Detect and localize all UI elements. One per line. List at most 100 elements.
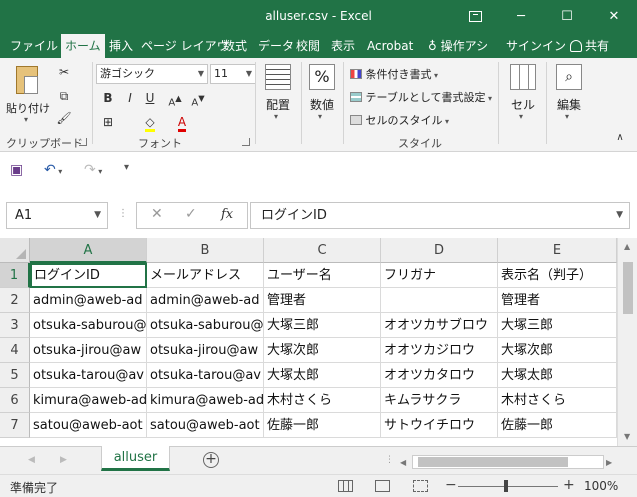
- font-launcher[interactable]: [242, 138, 250, 146]
- row-header[interactable]: 6: [0, 388, 30, 413]
- next-sheet-icon[interactable]: ▶: [60, 455, 67, 465]
- cell[interactable]: オオツカタロウ: [381, 363, 498, 388]
- add-sheet-button[interactable]: +: [203, 452, 219, 468]
- redo-icon[interactable]: ↷ ▾: [84, 162, 102, 178]
- tab-formulas[interactable]: 数式: [219, 34, 251, 58]
- decrease-font-icon[interactable]: A▼: [188, 88, 208, 108]
- font-size-dropdown[interactable]: 11 ▼: [210, 64, 256, 84]
- scroll-left-icon[interactable]: ◀: [400, 458, 406, 467]
- close-button[interactable]: ✕: [591, 0, 637, 34]
- cell[interactable]: 木村さくら: [498, 388, 617, 413]
- more-icon[interactable]: ⋮: [118, 208, 129, 219]
- column-header[interactable]: E: [498, 238, 617, 263]
- clipboard-launcher[interactable]: [79, 138, 87, 146]
- collapse-ribbon-icon[interactable]: ∧: [610, 128, 630, 148]
- increase-font-icon[interactable]: A▲: [165, 88, 185, 108]
- enter-icon[interactable]: ✓: [185, 206, 197, 222]
- zoom-slider[interactable]: [458, 486, 558, 487]
- cell[interactable]: otsuka-jirou@aw: [30, 338, 147, 363]
- format-as-table-button[interactable]: テーブルとして書式設定 ▾: [350, 89, 492, 105]
- page-layout-view-icon[interactable]: [375, 480, 390, 492]
- cell[interactable]: otsuka-saburou@: [147, 313, 264, 338]
- tab-file[interactable]: ファイル: [6, 34, 62, 58]
- tab-acrobat[interactable]: Acrobat: [363, 34, 417, 58]
- conditional-formatting-button[interactable]: 条件付き書式 ▾: [350, 66, 438, 82]
- cell[interactable]: 佐藤一郎: [498, 413, 617, 438]
- cell[interactable]: [381, 288, 498, 313]
- row-header[interactable]: 1: [0, 263, 30, 288]
- column-header[interactable]: B: [147, 238, 264, 263]
- row-header[interactable]: 7: [0, 413, 30, 438]
- bold-button[interactable]: B: [98, 88, 118, 108]
- row-header[interactable]: 4: [0, 338, 30, 363]
- cell[interactable]: 表示名（判子）: [498, 263, 617, 288]
- cell[interactable]: キムラサクラ: [381, 388, 498, 413]
- cell[interactable]: 大塚太郎: [264, 363, 381, 388]
- cell[interactable]: 管理者: [498, 288, 617, 313]
- cell[interactable]: オオツカジロウ: [381, 338, 498, 363]
- share-button[interactable]: 共有: [566, 34, 613, 58]
- tab-view[interactable]: 表示: [327, 34, 359, 58]
- cell[interactable]: ユーザー名: [264, 263, 381, 288]
- save-icon[interactable]: ▣: [10, 162, 23, 178]
- customize-qat-icon[interactable]: ▾: [124, 162, 129, 173]
- editing-button[interactable]: ⌕ 編集 ▾: [548, 62, 590, 124]
- cut-icon[interactable]: ✂: [54, 62, 74, 82]
- font-color-icon[interactable]: A: [172, 112, 192, 132]
- normal-view-icon[interactable]: [338, 480, 353, 492]
- vertical-scrollbar[interactable]: ▲ ▼: [617, 238, 637, 446]
- cell[interactable]: satou@aweb-aot: [30, 413, 147, 438]
- tab-home[interactable]: ホーム: [61, 34, 105, 59]
- cell[interactable]: 大塚太郎: [498, 363, 617, 388]
- sign-in-link[interactable]: サインイン: [502, 34, 570, 58]
- cells-button[interactable]: セル ▾: [502, 62, 544, 124]
- cell[interactable]: otsuka-jirou@aw: [147, 338, 264, 363]
- name-box[interactable]: A1 ▼: [6, 202, 108, 229]
- zoom-level[interactable]: 100%: [584, 479, 618, 493]
- active-cell[interactable]: ログインID: [30, 263, 147, 288]
- cell[interactable]: メールアドレス: [147, 263, 264, 288]
- cancel-icon[interactable]: ✕: [151, 206, 163, 222]
- undo-icon[interactable]: ↶ ▾: [44, 162, 62, 178]
- format-painter-icon[interactable]: 🖌: [54, 108, 74, 128]
- cell[interactable]: admin@aweb-ad: [30, 288, 147, 313]
- row-header[interactable]: 2: [0, 288, 30, 313]
- alignment-button[interactable]: 配置 ▾: [258, 62, 298, 124]
- underline-button[interactable]: U: [140, 88, 160, 108]
- cell[interactable]: 佐藤一郎: [264, 413, 381, 438]
- zoom-out-button[interactable]: −: [445, 477, 457, 493]
- paste-button[interactable]: 貼り付け ▾: [6, 64, 50, 124]
- tab-review[interactable]: 校閲: [292, 34, 324, 58]
- cell[interactable]: 大塚三郎: [498, 313, 617, 338]
- scroll-right-icon[interactable]: ▶: [606, 458, 612, 467]
- italic-button[interactable]: I: [120, 88, 140, 108]
- cell-styles-button[interactable]: セルのスタイル ▾: [350, 112, 449, 128]
- row-header[interactable]: 5: [0, 363, 30, 388]
- cell[interactable]: otsuka-tarou@av: [30, 363, 147, 388]
- column-header[interactable]: D: [381, 238, 498, 263]
- scroll-up-icon[interactable]: ▲: [624, 242, 630, 251]
- cell[interactable]: オオツカサブロウ: [381, 313, 498, 338]
- horizontal-scroll-thumb[interactable]: [418, 457, 568, 467]
- vertical-scroll-thumb[interactable]: [623, 262, 633, 314]
- select-all-button[interactable]: [0, 238, 30, 263]
- tab-split-handle[interactable]: ⋮: [385, 455, 394, 465]
- maximize-button[interactable]: ☐: [544, 0, 590, 34]
- cell[interactable]: 大塚次郎: [498, 338, 617, 363]
- cell[interactable]: otsuka-saburou@: [30, 313, 147, 338]
- cell[interactable]: 大塚次郎: [264, 338, 381, 363]
- page-break-view-icon[interactable]: [413, 480, 428, 492]
- tab-tell-me[interactable]: ♁ 操作アシ: [424, 34, 492, 58]
- cell[interactable]: サトウイチロウ: [381, 413, 498, 438]
- zoom-in-button[interactable]: +: [563, 477, 575, 493]
- cell[interactable]: kimura@aweb-ad: [30, 388, 147, 413]
- cell[interactable]: 管理者: [264, 288, 381, 313]
- column-header[interactable]: A: [30, 238, 147, 263]
- cell[interactable]: admin@aweb-ad: [147, 288, 264, 313]
- sheet-tab-alluser[interactable]: alluser: [101, 446, 170, 471]
- row-header[interactable]: 3: [0, 313, 30, 338]
- tab-insert[interactable]: 挿入: [105, 34, 137, 58]
- borders-icon[interactable]: ⊞: [98, 112, 118, 132]
- font-name-dropdown[interactable]: 游ゴシック ▼: [96, 64, 208, 84]
- horizontal-scrollbar[interactable]: ◀ ▶: [398, 455, 618, 469]
